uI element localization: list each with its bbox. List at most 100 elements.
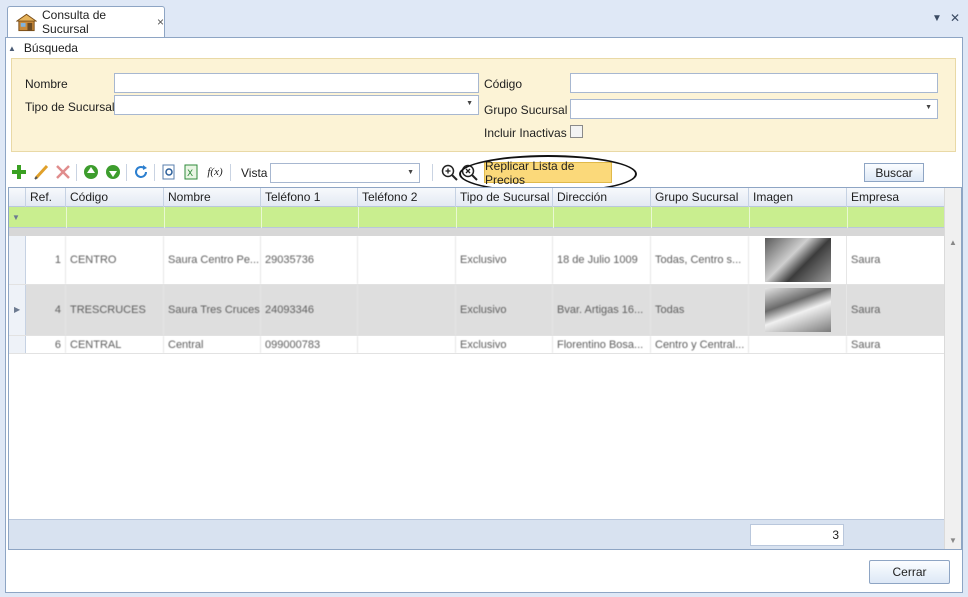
filter-cell[interactable] [847,207,848,228]
branch-photo [764,288,831,332]
cell-telefono1: 24093346 [261,285,358,335]
codigo-input[interactable] [570,73,938,93]
scroll-down-icon[interactable]: ▼ [949,536,957,545]
codigo-label: Código [484,77,523,91]
cell-empresa: Saura [851,338,881,351]
cell-ref: 4 [26,285,66,335]
cell-nombre: Saura Centro Pe... [164,236,261,284]
nombre-label: Nombre [25,77,68,91]
filter-icon: ▼ [12,213,20,222]
cell-grupo: Todas [651,285,749,335]
cell-empresa: Saura [851,254,881,266]
filter-cell[interactable] [749,207,750,228]
cell-codigo: TRESCRUCES [66,285,164,335]
search-group-title: Búsqueda [23,41,78,55]
cell-telefono1: 099000783 [261,336,358,353]
column-header-ref[interactable]: Ref. [26,188,66,207]
filter-cell[interactable] [261,207,262,228]
buscar-button[interactable]: Buscar [864,163,924,182]
grid-footer: 3 [9,519,944,549]
excel-export-icon[interactable]: X [182,163,200,181]
cell-telefono2 [358,336,456,353]
cell-telefono2 [358,236,456,284]
move-up-icon[interactable] [82,163,100,181]
filter-cell[interactable] [164,207,165,228]
cerrar-button[interactable]: Cerrar [869,560,950,584]
preview-icon[interactable] [160,163,178,181]
window-menu-icon[interactable]: ▼ [932,13,942,24]
tab-title: Consulta de Sucursal [42,8,107,36]
move-down-icon[interactable] [104,163,122,181]
branch-store-icon [16,13,38,32]
tipo-sucursal-select[interactable]: ▼ [114,95,479,115]
grupo-sucursal-select[interactable]: ▼ [570,99,938,119]
dropdown-arrow-icon[interactable]: ▼ [925,104,932,111]
delete-icon[interactable] [54,163,72,181]
filter-cell[interactable] [456,207,457,228]
incluir-inactivas-label: Incluir Inactivas [484,126,567,140]
cell-direccion: 18 de Julio 1009 [553,236,651,284]
grid-header: Ref. Código Nombre Teléfono 1 Teléfono 2… [9,188,944,207]
current-row-pointer-icon: ▶ [14,305,21,314]
column-header-telefono1[interactable]: Teléfono 1 [261,188,358,207]
auto-filter-row[interactable]: ▼ [9,207,944,228]
cell-nombre: Saura Tres Cruces [164,285,261,335]
vista-select[interactable]: ▼ [270,163,420,183]
cell-codigo: CENTRO [66,236,164,284]
svg-text:X: X [187,169,193,179]
cell-ref: 6 [26,336,66,353]
collapse-caret-icon[interactable]: ▲ [8,44,16,53]
grupo-sucursal-label: Grupo Sucursal [484,103,568,117]
column-header-imagen[interactable]: Imagen [749,188,847,207]
cell-telefono1: 29035736 [261,236,358,284]
column-header-grupo-sucursal[interactable]: Grupo Sucursal [651,188,749,207]
row-indicator[interactable]: ▶ [9,285,26,335]
cell-tipo: Exclusivo [456,285,553,335]
filter-cell[interactable] [553,207,554,228]
tab-consulta-sucursal[interactable]: Consulta de Sucursal × [7,6,165,37]
refresh-icon[interactable] [132,163,150,181]
toolbar-separator [76,164,77,181]
dropdown-arrow-icon[interactable]: ▼ [466,100,473,107]
cell-tipo: Exclusivo [456,236,553,284]
cell-grupo: Centro y Central... [651,336,749,353]
row-indicator[interactable] [9,336,26,353]
window-close-icon[interactable]: ✕ [950,11,960,25]
filter-cell[interactable] [651,207,652,228]
filter-cell[interactable] [66,207,67,228]
tipo-sucursal-label: Tipo de Sucursal [25,100,115,114]
table-row[interactable]: 1 CENTRO Saura Centro Pe... 29035736 Exc… [9,236,944,285]
nombre-input[interactable] [114,73,479,93]
column-header-codigo[interactable]: Código [66,188,164,207]
table-row[interactable]: 6 CENTRAL Central 099000783 Exclusivo Fl… [9,336,944,354]
cell-grupo: Todas, Centro s... [651,236,749,284]
table-row[interactable]: ▶ 4 TRESCRUCES Saura Tres Cruces 2409334… [9,285,944,336]
cell-ref: 1 [26,236,66,284]
cell-direccion: Bvar. Artigas 16... [553,285,651,335]
column-header-empresa[interactable]: Empresa [847,188,944,207]
grid-vertical-scrollbar[interactable]: ▲ ▼ [944,188,961,549]
tab-close-icon[interactable]: × [157,15,164,29]
row-indicator-header [9,188,26,207]
edit-icon[interactable] [32,163,50,181]
row-indicator[interactable] [9,236,26,284]
scroll-up-icon[interactable]: ▲ [949,238,957,247]
column-header-tipo-sucursal[interactable]: Tipo de Sucursal [456,188,553,207]
record-count: 3 [750,524,844,546]
cell-nombre: Central [164,336,261,353]
zoom-in-icon[interactable] [440,163,458,181]
column-header-nombre[interactable]: Nombre [164,188,261,207]
dropdown-arrow-icon[interactable]: ▼ [407,169,414,176]
column-header-direccion[interactable]: Dirección [553,188,651,207]
formula-icon[interactable]: f(x) [204,163,226,181]
grid-spacer [9,228,944,236]
toolbar-separator [230,164,231,181]
tab-strip: Consulta de Sucursal × ▼ ✕ [0,0,968,38]
add-icon[interactable] [10,163,28,181]
filter-cell[interactable] [358,207,359,228]
toolbar-separator [154,164,155,181]
column-header-telefono2[interactable]: Teléfono 2 [358,188,456,207]
toolbar-separator [432,164,433,181]
search-group-header[interactable]: ▲ Búsqueda [8,40,78,56]
incluir-inactivas-checkbox[interactable] [570,125,583,138]
